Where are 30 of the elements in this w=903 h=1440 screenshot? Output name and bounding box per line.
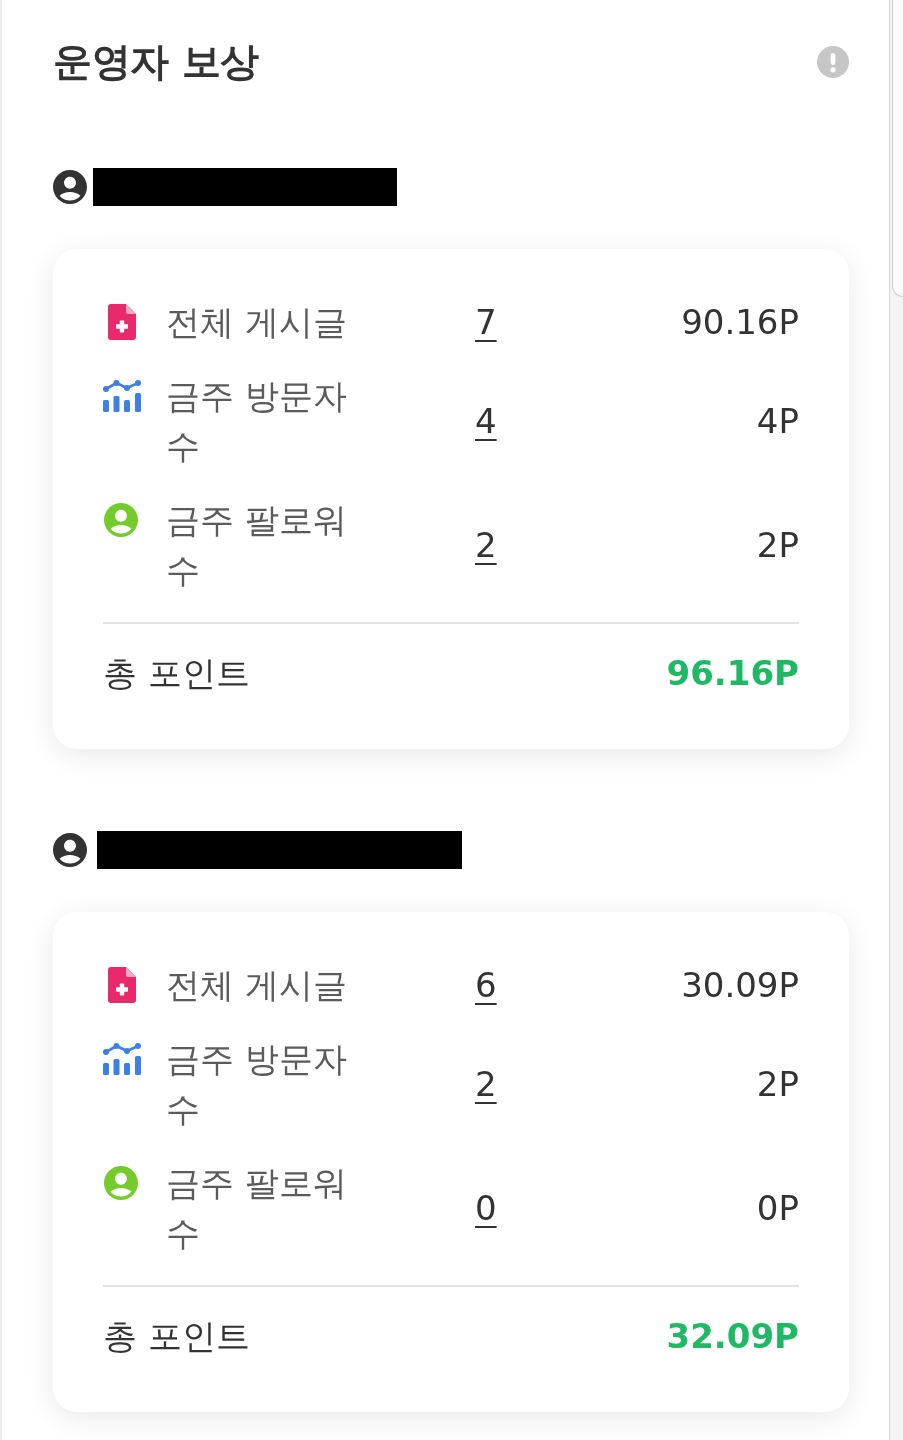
document-plus-icon bbox=[108, 967, 136, 1003]
points-value: 90.16P bbox=[681, 301, 799, 344]
chart-icon bbox=[103, 380, 141, 412]
count-link[interactable]: 6 bbox=[475, 960, 497, 1010]
total-label: 총 포인트 bbox=[103, 1315, 250, 1358]
points-value: 2P bbox=[756, 1063, 799, 1106]
total-points: 32.09P bbox=[666, 1315, 799, 1358]
count-link[interactable]: 2 bbox=[475, 520, 497, 570]
page-title: 운영자 보상 bbox=[53, 38, 259, 86]
count-link[interactable]: 7 bbox=[475, 297, 497, 347]
info-icon[interactable] bbox=[817, 46, 849, 78]
count-link[interactable]: 2 bbox=[475, 1059, 497, 1109]
chart-icon bbox=[103, 1043, 141, 1075]
points-value: 30.09P bbox=[681, 964, 799, 1007]
stat-label: 금주 방문자 수 bbox=[166, 1038, 348, 1131]
points-value: 4P bbox=[756, 400, 799, 443]
count-link[interactable]: 0 bbox=[475, 1183, 497, 1233]
count-link[interactable]: 4 bbox=[475, 396, 497, 446]
stat-label: 금주 팔로워 수 bbox=[166, 499, 348, 592]
stat-label: 금주 방문자 수 bbox=[166, 375, 348, 468]
total-label: 총 포인트 bbox=[103, 652, 250, 695]
stat-label: 전체 게시글 bbox=[166, 964, 348, 1007]
user-avatar-icon bbox=[53, 170, 87, 204]
document-plus-icon bbox=[108, 304, 136, 340]
points-value: 2P bbox=[756, 524, 799, 567]
points-value: 0P bbox=[756, 1187, 799, 1230]
user-avatar-icon bbox=[53, 833, 87, 867]
stat-label: 금주 팔로워 수 bbox=[166, 1162, 348, 1255]
total-points: 96.16P bbox=[666, 652, 799, 695]
stat-label: 전체 게시글 bbox=[166, 301, 348, 344]
